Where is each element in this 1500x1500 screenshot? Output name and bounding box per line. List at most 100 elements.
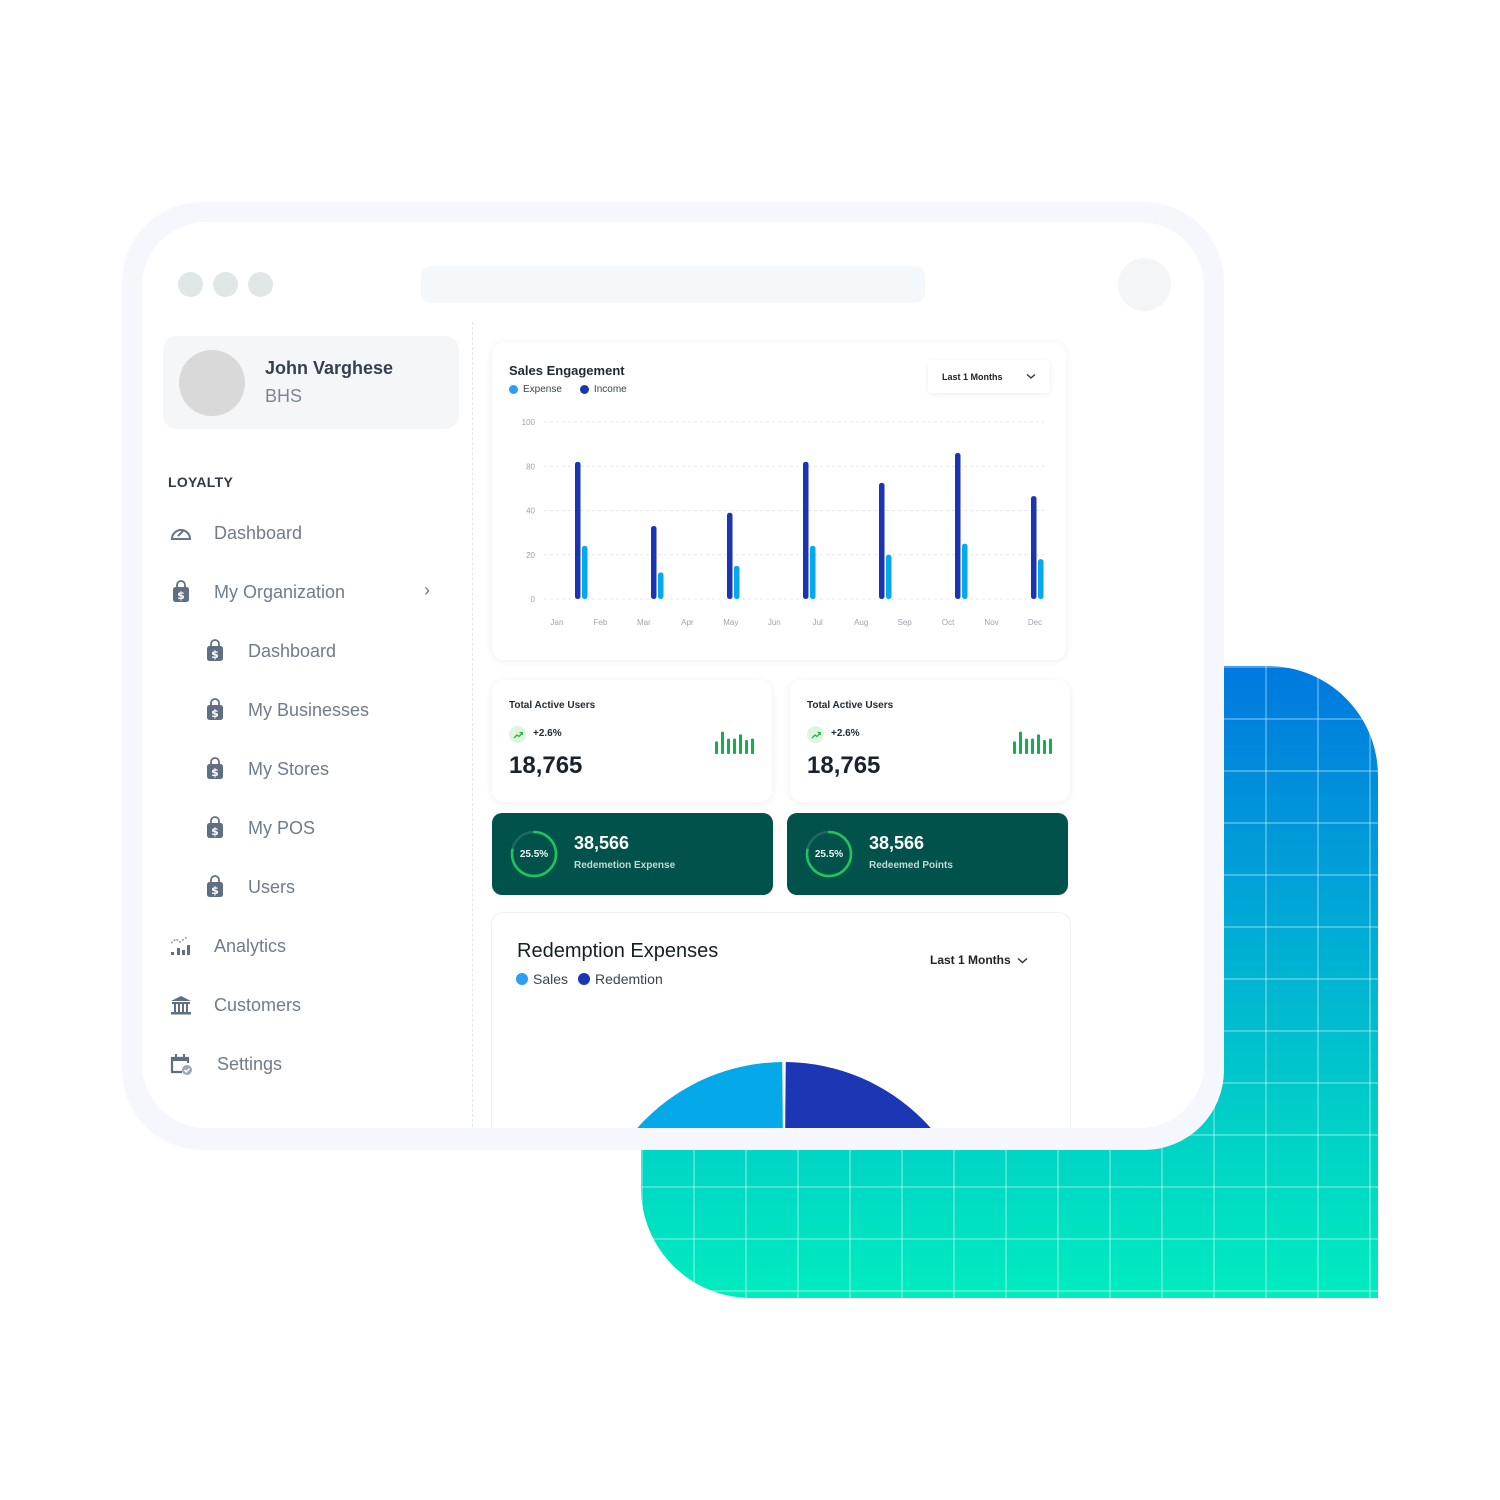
bar-income	[879, 482, 885, 599]
sidebar-item-settings[interactable]: Settings	[168, 1049, 282, 1079]
redemption-expenses-card: Redemption Expenses Sales Redemtion Last…	[491, 912, 1071, 1128]
bar-income	[575, 461, 581, 599]
profile-button[interactable]	[1118, 258, 1171, 311]
gauge-icon	[168, 520, 194, 546]
bar-income	[1031, 496, 1037, 599]
bar-income	[727, 512, 733, 599]
sidebar-item-customers[interactable]: Customers	[168, 990, 301, 1020]
sales-bar-chart: 0 20 40 80 100 Jan Feb Mar Apr May Jun Jul Aug Sep Oct…	[522, 418, 1044, 627]
x-tick-label: Feb	[594, 618, 608, 627]
stat-card-active-users: Total Active Users +2.6% 18,765	[790, 680, 1070, 802]
y-tick-label: 0	[531, 595, 536, 604]
sidebar-item-my-organization[interactable]: $ My Organization ›	[168, 577, 430, 607]
sparkline-bar	[733, 738, 736, 754]
redemption-donut-chart	[637, 1062, 931, 1128]
trend-up-icon	[807, 726, 824, 743]
trend-up-icon	[509, 726, 526, 743]
svg-text:$: $	[211, 766, 219, 779]
trend-value: +2.6%	[533, 728, 562, 739]
sparkline-bar	[1013, 741, 1016, 754]
highlight-value: 38,566	[574, 833, 630, 853]
profile-name: John Varghese	[265, 358, 394, 378]
svg-text:$: $	[211, 825, 219, 838]
sparkline-bar	[751, 738, 754, 754]
stat-title: Total Active Users	[807, 700, 894, 711]
stat-value: 18,765	[807, 752, 881, 779]
profile-org: BHS	[265, 386, 303, 406]
bar-income	[651, 525, 657, 599]
calendar-check-icon	[168, 1051, 194, 1077]
sidebar-item-label: Dashboard	[214, 522, 303, 543]
sidebar-item-label: My Stores	[248, 758, 330, 779]
shopping-bag-dollar-icon: $	[202, 756, 228, 782]
bar-expense	[582, 545, 588, 599]
sparkline-bar	[1049, 738, 1052, 754]
svg-text:$: $	[211, 707, 219, 720]
bar-expense	[810, 545, 816, 599]
address-bar[interactable]	[421, 266, 925, 303]
sidebar-item-label: My Organization	[214, 581, 346, 602]
sidebar-item-dashboard-sub[interactable]: $ Dashboard	[202, 636, 336, 666]
y-tick-label: 20	[526, 551, 535, 560]
sidebar-divider	[472, 322, 473, 1128]
highlight-label: Redeemed Points	[869, 860, 953, 871]
x-tick-label: Jun	[768, 618, 781, 627]
stat-title: Total Active Users	[509, 700, 596, 711]
bar-expense	[886, 554, 892, 599]
sidebar-item-my-pos-sub[interactable]: $ My POS	[202, 813, 315, 843]
redeemed-points-card: 25.5% 38,566 Redeemed Points	[787, 813, 1068, 895]
sidebar-item-my-businesses-sub[interactable]: $ My Businesses	[202, 695, 369, 725]
shopping-bag-dollar-icon: $	[202, 697, 228, 723]
redemption-expense-card: 25.5% 38,566 Redemetion Expense	[492, 813, 773, 895]
stat-value: 18,765	[509, 752, 583, 779]
x-tick-label: Apr	[681, 618, 694, 627]
donut-slice-redemtion	[785, 1062, 931, 1128]
x-tick-label: Dec	[1028, 618, 1042, 627]
close-dot[interactable]	[178, 272, 203, 297]
shopping-bag-dollar-icon: $	[202, 638, 228, 664]
sidebar-item-label: My Businesses	[248, 699, 370, 720]
y-tick-label: 100	[522, 418, 536, 427]
sidebar-item-label: Users	[248, 876, 296, 897]
highlight-label: Redemetion Expense	[574, 860, 676, 871]
shopping-bag-dollar-icon: $	[202, 815, 228, 841]
sidebar-item-label: My POS	[248, 817, 316, 838]
x-tick-label: Jan	[551, 618, 564, 627]
bar-expense	[1038, 559, 1044, 599]
sales-engagement-card: Sales Engagement Expense Income Last 1 M…	[492, 342, 1066, 660]
sparkline-icon	[1013, 731, 1052, 754]
sidebar-item-label: Customers	[214, 994, 302, 1015]
sparkline-icon	[715, 731, 754, 754]
sparkline-bar	[739, 734, 742, 754]
sparkline-bar	[1037, 734, 1040, 754]
x-tick-label: Mar	[637, 618, 651, 627]
maximize-dot[interactable]	[248, 272, 273, 297]
bar-expense	[734, 565, 740, 599]
sidebar-item-analytics[interactable]: Analytics	[168, 931, 286, 961]
trend-value: +2.6%	[831, 728, 860, 739]
sparkline-bar	[1031, 738, 1034, 754]
sidebar-item-users-sub[interactable]: $ Users	[202, 872, 295, 902]
svg-text:$: $	[177, 589, 185, 602]
profile-card[interactable]: John Varghese BHS	[163, 336, 459, 429]
sidebar-item-label: Analytics	[214, 935, 287, 956]
minimize-dot[interactable]	[213, 272, 238, 297]
sidebar-item-my-stores-sub[interactable]: $ My Stores	[202, 754, 329, 784]
ring-percent: 25.5%	[519, 848, 549, 860]
analytics-icon	[168, 933, 194, 959]
sparkline-bar	[1019, 731, 1022, 754]
x-tick-label: Sep	[898, 618, 913, 627]
donut-slice-sales	[637, 1062, 783, 1128]
chevron-right-icon[interactable]: ›	[424, 580, 430, 601]
app-window: John Varghese BHS LOYALTY Dashboard $ My O…	[142, 222, 1204, 1128]
x-tick-label: Jul	[813, 618, 823, 627]
x-tick-label: Nov	[984, 618, 998, 627]
sidebar-item-dashboard[interactable]: Dashboard	[168, 518, 302, 548]
highlight-value: 38,566	[869, 833, 925, 853]
section-heading-loyalty: LOYALTY	[168, 474, 234, 490]
sparkline-bar	[745, 740, 748, 754]
bar-expense	[658, 572, 664, 599]
sparkline-bar	[1025, 738, 1028, 754]
sidebar-item-label: Dashboard	[248, 640, 337, 661]
x-tick-label: Aug	[854, 618, 868, 627]
